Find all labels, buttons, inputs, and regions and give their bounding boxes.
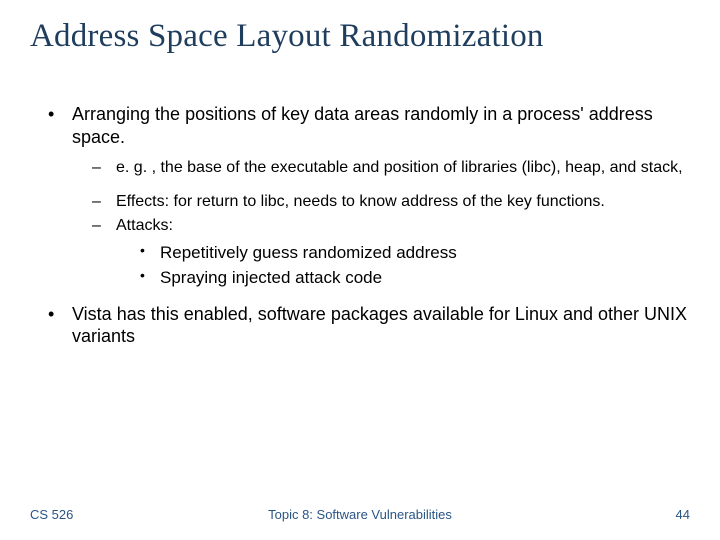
bullet-attacks-text: Attacks:	[116, 217, 173, 234]
bullet-vista-text: Vista has this enabled, software package…	[72, 304, 687, 347]
bullet-attack-spray-text: Spraying injected attack code	[160, 268, 382, 287]
bullet-attack-spray: Spraying injected attack code	[140, 267, 690, 288]
footer-topic: Topic 8: Software Vulnerabilities	[268, 507, 452, 522]
slide-footer: CS 526 Topic 8: Software Vulnerabilities…	[30, 507, 690, 522]
slide-title: Address Space Layout Randomization	[30, 18, 690, 55]
bullet-vista: Vista has this enabled, software package…	[48, 303, 690, 348]
bullet-eg: e. g. , the base of the executable and p…	[92, 158, 690, 178]
bullet-attack-guess-text: Repetitively guess randomized address	[160, 243, 457, 262]
footer-course: CS 526	[30, 507, 73, 522]
bullet-effects-text: Effects: for return to libc, needs to kn…	[116, 193, 605, 210]
bullet-attacks: Attacks: Repetitively guess randomized a…	[92, 216, 690, 289]
bullet-arranging-text: Arranging the positions of key data area…	[72, 104, 653, 147]
bullet-arranging: Arranging the positions of key data area…	[48, 103, 690, 289]
slide-body: Arranging the positions of key data area…	[30, 103, 690, 348]
bullet-eg-text: e. g. , the base of the executable and p…	[116, 159, 683, 176]
bullet-attack-guess: Repetitively guess randomized address	[140, 242, 690, 263]
bullet-effects: Effects: for return to libc, needs to kn…	[92, 192, 690, 212]
footer-page-number: 44	[676, 507, 690, 522]
